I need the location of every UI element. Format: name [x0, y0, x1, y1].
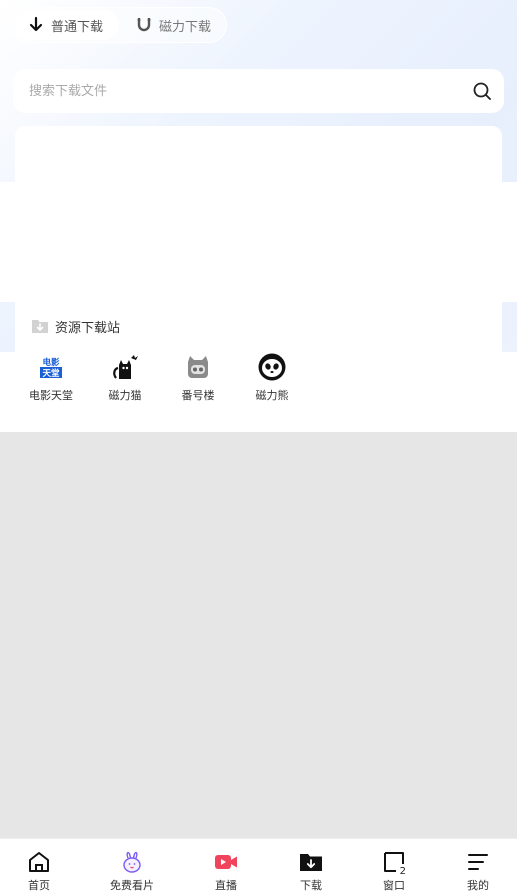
- nav-label: 免费看片: [110, 879, 154, 892]
- site-label: 电影天堂: [29, 389, 73, 402]
- content-card-top: [15, 126, 502, 186]
- download-folder-icon: [31, 317, 49, 335]
- section-resource-sites: 资源下载站: [31, 316, 120, 336]
- rabbit-icon: [119, 850, 145, 874]
- window-count: 2: [399, 866, 406, 877]
- site-magnet-cat[interactable]: 磁力猫: [89, 352, 161, 408]
- site-label: 番号楼: [181, 389, 215, 402]
- magnet-icon: [135, 16, 153, 34]
- cat-logo: [110, 352, 140, 382]
- home-icon: [26, 850, 52, 874]
- resource-site-list: 电影 天堂 电影天堂 磁力猫 番号楼 磁力熊: [15, 352, 502, 412]
- nav-label: 窗口: [383, 879, 405, 892]
- nav-mine[interactable]: 我的: [443, 839, 513, 892]
- tab-normal-download[interactable]: 普通下载: [14, 10, 119, 40]
- nav-windows[interactable]: 2 窗口: [359, 839, 429, 892]
- nav-download[interactable]: 下载: [276, 839, 346, 892]
- empty-content-area: [0, 432, 517, 838]
- nav-label: 首页: [28, 879, 50, 892]
- svg-text:电影: 电影: [42, 357, 60, 368]
- search-icon[interactable]: [472, 81, 492, 101]
- window-icon: 2: [381, 850, 407, 877]
- search-bar: [13, 69, 504, 113]
- bottom-nav: 首页 免费看片 直播 下载 2 窗口 我的: [0, 838, 517, 892]
- nav-label: 直播: [215, 879, 237, 892]
- site-fanhao-lou[interactable]: 番号楼: [162, 352, 234, 408]
- site-label: 磁力熊: [255, 389, 289, 402]
- site-label: 磁力猫: [108, 389, 142, 402]
- tab-magnet-label: 磁力下载: [159, 19, 212, 35]
- download-arrow-icon: [27, 16, 45, 34]
- site-movie-heaven[interactable]: 电影 天堂 电影天堂: [15, 352, 87, 408]
- download-mode-tabs: 普通下载 磁力下载: [10, 7, 227, 43]
- nav-label: 我的: [467, 879, 489, 892]
- svg-text:天堂: 天堂: [42, 368, 60, 379]
- content-band: [0, 182, 517, 302]
- section-title: 资源下载站: [55, 320, 121, 336]
- live-video-icon: [213, 850, 239, 874]
- site-magnet-bear[interactable]: 磁力熊: [236, 352, 308, 408]
- nav-free-videos[interactable]: 免费看片: [97, 839, 167, 892]
- search-input[interactable]: [29, 69, 459, 113]
- nav-label: 下载: [300, 879, 322, 892]
- tab-normal-label: 普通下载: [51, 19, 104, 35]
- panda-logo: [257, 352, 287, 382]
- nav-home[interactable]: 首页: [4, 839, 74, 892]
- robot-cat-logo: [183, 352, 213, 382]
- download-page: 普通下载 磁力下载 搜索下载文件 资源下载站 电影 天堂 电影天堂 磁力猫 番号…: [0, 0, 517, 892]
- download-folder-icon: [298, 850, 324, 874]
- tab-magnet-download[interactable]: 磁力下载: [133, 10, 227, 40]
- menu-lines-icon: [465, 850, 491, 874]
- nav-live[interactable]: 直播: [191, 839, 261, 892]
- movie-heaven-logo: 电影 天堂: [36, 352, 66, 382]
